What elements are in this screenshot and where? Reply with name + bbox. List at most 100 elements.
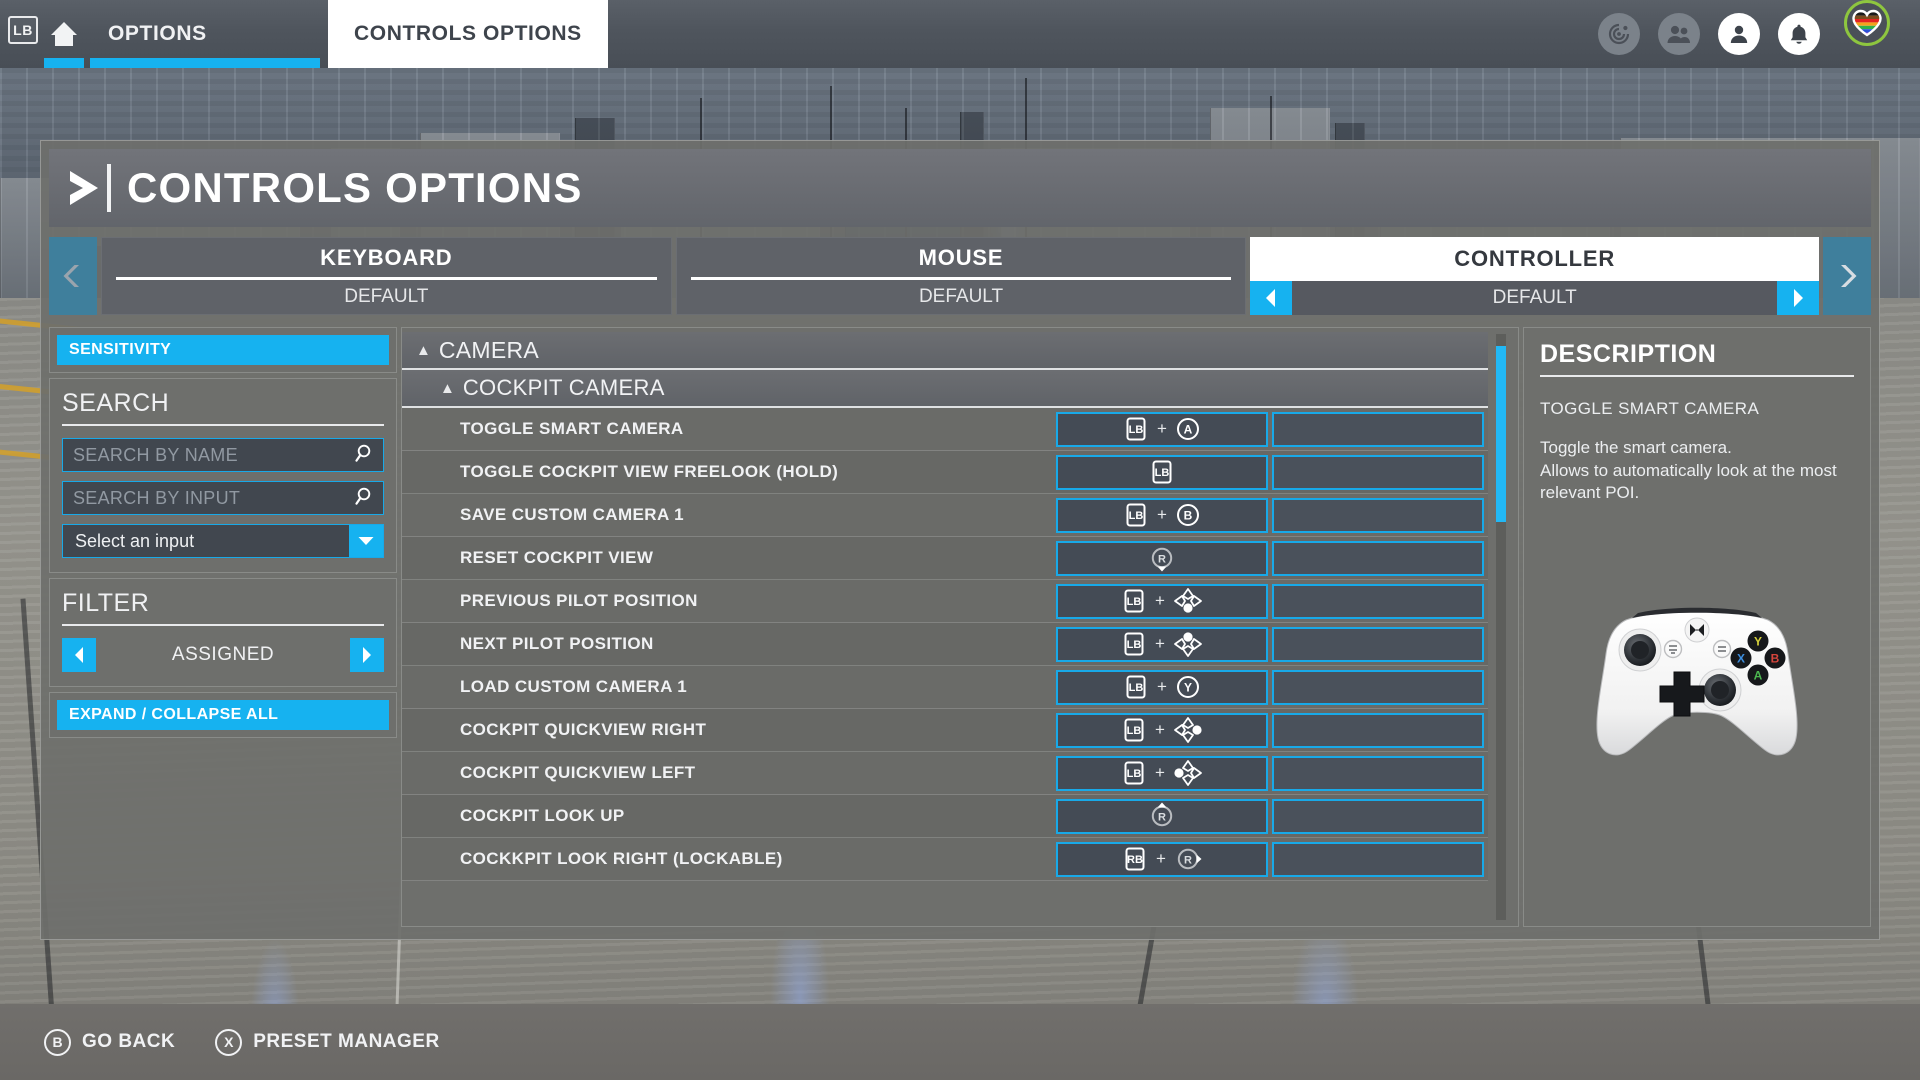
sidebar-filler [49,743,397,927]
input-select-value: Select an input [75,530,195,551]
binding-secondary-cell[interactable] [1272,755,1484,791]
svg-text:LB: LB [1127,725,1142,737]
plus-separator: + [1155,763,1165,782]
binding-primary-cell[interactable]: R [1056,540,1268,576]
binding-secondary-cell[interactable] [1272,798,1484,834]
binding-primary-cell[interactable]: LB + Y [1056,669,1268,705]
list-scrollbar-track[interactable] [1496,334,1506,920]
binding-secondary-cell[interactable] [1272,841,1484,877]
binding-primary-cell[interactable]: LB + [1056,755,1268,791]
group-header-camera[interactable]: ▲ CAMERA [402,332,1488,370]
binding-row[interactable]: COCKPIT QUICKVIEW RIGHT LB + [402,709,1488,752]
filter-next-button[interactable] [350,638,384,672]
nav-tab-options[interactable]: OPTIONS [90,0,320,68]
binding-row[interactable]: RESET COCKPIT VIEW R [402,537,1488,580]
chevron-down-icon[interactable] [349,525,383,557]
binding-row[interactable]: COCKPIT QUICKVIEW LEFT LB + [402,752,1488,795]
device-tab-controller[interactable]: CONTROLLER DEFAULT [1250,237,1820,315]
binding-row[interactable]: LOAD CUSTOM CAMERA 1 LB + Y [402,666,1488,709]
radar-icon[interactable] [1598,13,1640,55]
sidebar: SENSITIVITY SEARCH SEARCH BY NAME SEARCH [49,327,397,927]
preset-manager-button[interactable]: X PRESET MANAGER [215,1028,440,1056]
device-next-page-button[interactable] [1823,237,1871,315]
binding-rows-host: TOGGLE SMART CAMERA LB + A TOGGLE COCKPIT VI… [402,408,1488,881]
description-line: relevant POI. [1540,483,1640,503]
right-stick-right-icon: R [1174,845,1202,873]
filter-stepper: ASSIGNED [62,638,384,672]
search-by-name-input[interactable]: SEARCH BY NAME [62,438,384,472]
svg-text:R: R [1158,554,1166,566]
plus-separator: + [1157,505,1167,524]
binding-secondary-cell[interactable] [1272,669,1484,705]
group-header-cockpit-camera[interactable]: ▲ COCKPIT CAMERA [402,370,1488,408]
binding-secondary-cell[interactable] [1272,583,1484,619]
binding-primary-cell[interactable]: RB + R [1056,841,1268,877]
notifications-icon[interactable] [1778,13,1820,55]
binding-primary-cell[interactable]: LB + A [1056,411,1268,447]
binding-row-label: TOGGLE COCKPIT VIEW FREELOOK (HOLD) [460,462,839,481]
binding-row-label: PREVIOUS PILOT POSITION [460,591,698,610]
plus-separator: + [1157,419,1167,438]
expand-collapse-all-button[interactable]: EXPAND / COLLAPSE ALL [57,700,389,730]
device-tab-mouse[interactable]: MOUSE DEFAULT [675,237,1247,315]
binding-row[interactable]: COCKKPIT LOOK RIGHT (LOCKABLE) RB + R [402,838,1488,881]
go-back-label: GO BACK [82,1031,176,1052]
top-navigation-bar: LB OPTIONS CONTROLS OPTIONS [0,0,1920,68]
binding-secondary-cell[interactable] [1272,712,1484,748]
device-tab-mouse-name: MOUSE [690,238,1232,280]
binding-primary-cell[interactable]: LB [1056,454,1268,490]
preset-prev-button[interactable] [1250,281,1293,315]
search-heading: SEARCH [62,389,170,417]
binding-secondary-cell[interactable] [1272,540,1484,576]
binding-secondary-cell[interactable] [1272,626,1484,662]
input-select-dropdown[interactable]: Select an input [62,524,384,558]
svg-text:Y: Y [1754,635,1762,649]
filter-prev-button[interactable] [62,638,96,672]
binding-primary-cell[interactable]: LB + [1056,583,1268,619]
nav-tab-home[interactable] [38,0,90,68]
binding-secondary-cell[interactable] [1272,497,1484,533]
svg-text:LB: LB [1127,768,1142,780]
binding-primary-cell[interactable]: LB + [1056,712,1268,748]
binding-row[interactable]: SAVE CUSTOM CAMERA 1 LB + B [402,494,1488,537]
controls-options-panel: CONTROLS OPTIONS KEYBOARD DEFAULT MOUSE … [40,140,1880,940]
chevron-right-icon [67,169,101,207]
binding-secondary-cell[interactable] [1272,454,1484,490]
binding-row[interactable]: PREVIOUS PILOT POSITION LB + [402,580,1488,623]
binding-row[interactable]: NEXT PILOT POSITION LB + [402,623,1488,666]
lb-bumper-icon: LB [1121,631,1147,657]
device-prev-page-button[interactable] [49,237,97,315]
lb-bumper-icon: LB [1121,760,1147,786]
device-tabs: KEYBOARD DEFAULT MOUSE DEFAULT CONTROLLE… [101,237,1820,315]
binding-row-label: SAVE CUSTOM CAMERA 1 [460,505,684,524]
nav-tab-controls-options[interactable]: CONTROLS OPTIONS [328,0,608,68]
home-icon [51,22,77,46]
binding-primary-cell[interactable]: R [1056,798,1268,834]
profile-icon[interactable] [1718,13,1760,55]
binding-row[interactable]: COCKPIT LOOK UP R [402,795,1488,838]
button-a-icon: A [1175,416,1201,442]
friends-icon[interactable] [1658,13,1700,55]
search-by-name-placeholder: SEARCH BY NAME [73,444,238,465]
binding-row[interactable]: TOGGLE SMART CAMERA LB + A [402,408,1488,451]
sensitivity-button[interactable]: SENSITIVITY [57,335,389,365]
list-scrollbar-thumb[interactable] [1496,345,1506,522]
lb-bumper-icon: LB [1149,459,1175,485]
preset-next-button[interactable] [1777,281,1820,315]
search-by-input-input[interactable]: SEARCH BY INPUT [62,481,384,515]
lb-bumper-icon: LB [1123,502,1149,528]
description-body: Toggle the smart camera. Allows to automa… [1540,437,1854,505]
rb-bumper-icon: RB [1122,846,1148,872]
binding-row[interactable]: TOGGLE COCKPIT VIEW FREELOOK (HOLD) LB [402,451,1488,494]
binding-secondary-cell[interactable] [1272,411,1484,447]
binding-primary-cell[interactable]: LB + B [1056,497,1268,533]
device-tab-keyboard[interactable]: KEYBOARD DEFAULT [101,237,672,315]
go-back-button[interactable]: B GO BACK [44,1028,176,1056]
user-avatar[interactable] [1844,0,1890,46]
preset-manager-label: PRESET MANAGER [253,1031,440,1052]
description-line: Allows to automatically look at the most [1540,460,1837,480]
device-tab-keyboard-preset: DEFAULT [344,286,429,307]
svg-text:LB: LB [1127,639,1142,651]
svg-text:LB: LB [1129,510,1144,522]
binding-primary-cell[interactable]: LB + [1056,626,1268,662]
